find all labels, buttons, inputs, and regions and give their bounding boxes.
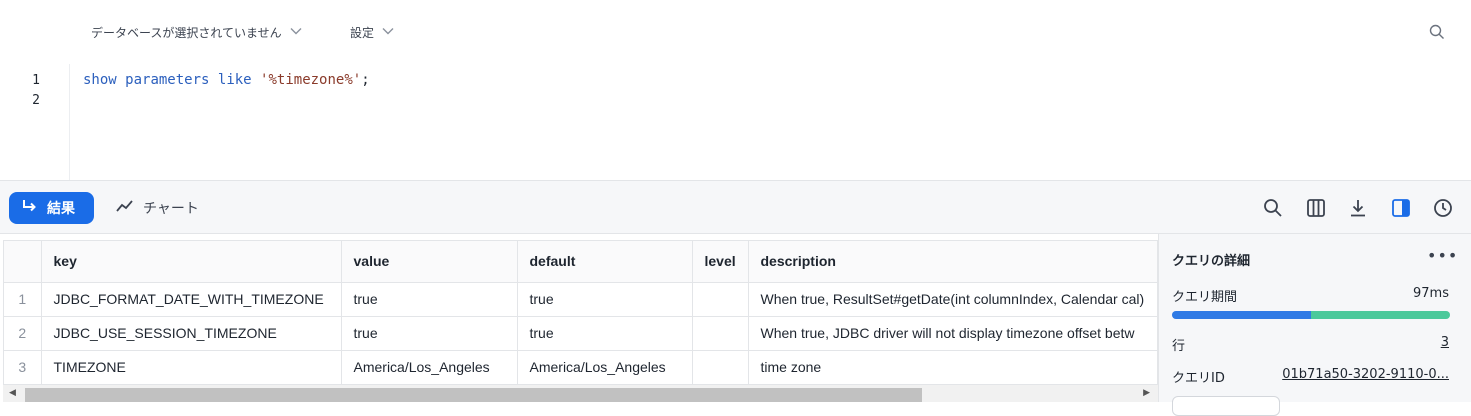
query-details-title: クエリの詳細: [1172, 254, 1251, 269]
chevron-down-icon: [290, 27, 302, 38]
query-duration-bar: [1172, 311, 1450, 319]
cell-default[interactable]: true: [517, 282, 693, 317]
keyword-parameters: parameters: [125, 72, 210, 88]
header-row: key value default level description: [4, 241, 1157, 283]
search-icon[interactable]: [1429, 24, 1445, 40]
column-header-key[interactable]: key: [41, 241, 342, 283]
row-number: 3: [4, 350, 42, 385]
column-header-value[interactable]: value: [341, 241, 518, 283]
line-number: 1: [32, 73, 40, 88]
results-tab-label: 結果: [47, 201, 75, 217]
column-header-level[interactable]: level: [692, 241, 749, 283]
details-action-button[interactable]: [1172, 396, 1280, 416]
cell-description[interactable]: time zone: [748, 350, 1157, 385]
line-chart-icon: [116, 199, 134, 217]
settings-selector-label: 設定: [350, 26, 375, 40]
code-line[interactable]: show parameters like '%timezone%';: [83, 72, 370, 88]
column-header-default[interactable]: default: [517, 241, 693, 283]
rows-label: 行: [1172, 339, 1186, 354]
results-tab-button[interactable]: 結果: [9, 192, 94, 224]
rows-count-link[interactable]: 3: [1441, 335, 1449, 350]
duration-segment-execute: [1311, 311, 1450, 319]
settings-selector[interactable]: 設定: [350, 24, 394, 41]
search-icon[interactable]: [1262, 197, 1284, 219]
cell-key[interactable]: JDBC_USE_SESSION_TIMEZONE: [41, 316, 342, 351]
cell-value[interactable]: true: [341, 316, 518, 351]
cell-default[interactable]: true: [517, 316, 693, 351]
line-number: 2: [32, 93, 40, 108]
column-header-description[interactable]: description: [748, 241, 1157, 283]
keyword-show: show: [83, 72, 117, 88]
string-literal: '%timezone%': [260, 72, 362, 88]
top-bar: データベースが選択されていません 設定: [0, 0, 1471, 64]
cell-description[interactable]: When true, JDBC driver will not display …: [748, 316, 1157, 351]
query-duration-value: 97ms: [1413, 286, 1449, 301]
results-grid[interactable]: key value default level description 1 JD…: [3, 240, 1158, 385]
query-id-label: クエリID: [1172, 371, 1225, 386]
query-id-link[interactable]: 01b71a50-3202-9110-0...: [1282, 367, 1449, 382]
keyword-like: like: [217, 72, 252, 88]
table-row[interactable]: 1 JDBC_FORMAT_DATE_WITH_TIMEZONE true tr…: [4, 282, 1157, 317]
scroll-right-arrow-icon[interactable]: ▶: [1143, 388, 1150, 398]
statement-terminator: ;: [361, 72, 370, 88]
cell-level[interactable]: [692, 350, 749, 385]
cell-value[interactable]: true: [341, 282, 518, 317]
line-number-gutter: 1 2: [0, 64, 70, 180]
scrollbar-thumb[interactable]: [25, 388, 922, 402]
more-options-icon[interactable]: •••: [1427, 246, 1458, 265]
query-details-panel: クエリの詳細 ••• クエリ期間 97ms 行 3 クエリID 01b71a50…: [1158, 234, 1471, 416]
sql-editor[interactable]: 1 2 show parameters like '%timezone%';: [0, 64, 1471, 180]
return-arrow-icon: [21, 198, 37, 218]
table-row[interactable]: 2 JDBC_USE_SESSION_TIMEZONE true true Wh…: [4, 316, 1157, 351]
row-number-header: [4, 241, 42, 283]
row-number: 1: [4, 282, 42, 317]
row-number: 2: [4, 316, 42, 351]
chart-tab-button[interactable]: チャート: [116, 192, 199, 224]
cell-default[interactable]: America/Los_Angeles: [517, 350, 693, 385]
split-panel-icon[interactable]: [1390, 197, 1412, 219]
horizontal-scrollbar[interactable]: ◀ ▶: [3, 385, 1158, 402]
cell-key[interactable]: JDBC_FORMAT_DATE_WITH_TIMEZONE: [41, 282, 342, 317]
cell-value[interactable]: America/Los_Angeles: [341, 350, 518, 385]
database-selector[interactable]: データベースが選択されていません: [91, 24, 302, 41]
table-row[interactable]: 3 TIMEZONE America/Los_Angeles America/L…: [4, 350, 1157, 385]
chevron-down-icon: [382, 27, 394, 38]
cell-description[interactable]: When true, ResultSet#getDate(int columnI…: [748, 282, 1157, 317]
cell-key[interactable]: TIMEZONE: [41, 350, 342, 385]
chart-tab-label: チャート: [143, 201, 199, 217]
cell-level[interactable]: [692, 316, 749, 351]
scroll-left-arrow-icon[interactable]: ◀: [9, 388, 16, 398]
cell-level[interactable]: [692, 282, 749, 317]
history-clock-icon[interactable]: [1432, 197, 1454, 219]
results-toolbar: 結果 チャート: [0, 180, 1471, 234]
columns-icon[interactable]: [1305, 197, 1327, 219]
database-selector-label: データベースが選択されていません: [91, 26, 282, 40]
download-icon[interactable]: [1347, 197, 1369, 219]
query-duration-label: クエリ期間: [1172, 290, 1238, 305]
duration-segment-compile: [1172, 311, 1311, 319]
